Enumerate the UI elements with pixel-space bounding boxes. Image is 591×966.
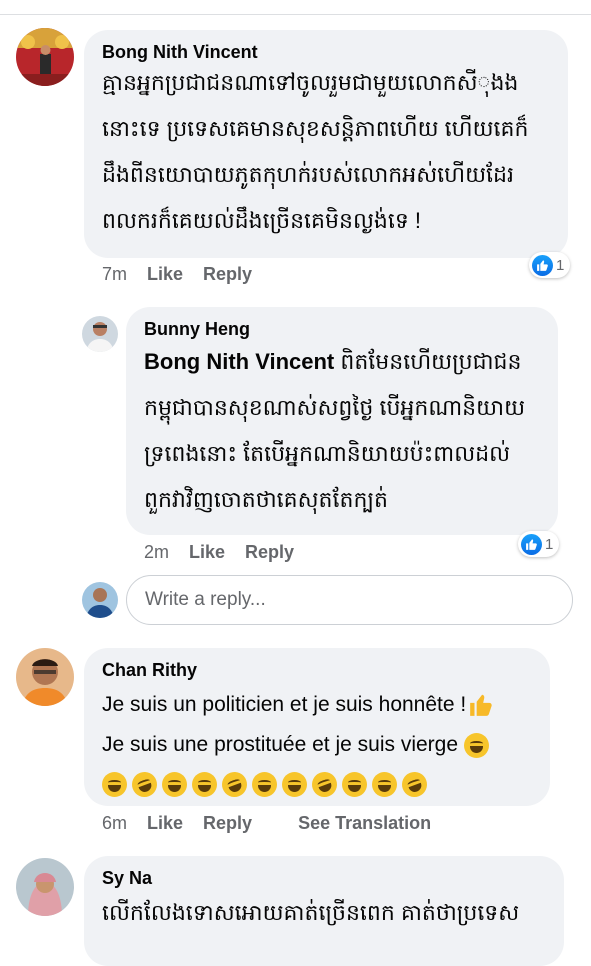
laughing-emoji: [372, 771, 397, 797]
sweat-smile-emoji: [463, 732, 489, 758]
comment-text-line: Bong Nith Vincent ពិតមែនហើយប្រជាជន: [144, 347, 522, 377]
comment-timestamp[interactable]: 6m: [102, 813, 127, 833]
comment-text-line: ទ្រពេងនោះ តែបើអ្នកណានិយាយប៉ះពាលដល់: [144, 441, 511, 466]
like-button[interactable]: Like: [147, 264, 183, 284]
comment-bubble-3: Chan Rithy Je suis un politicien et je s…: [84, 648, 550, 806]
avatar-chan-rithy[interactable]: [16, 648, 74, 706]
comment-text: Je suis une prostituée et je suis vierge: [102, 733, 459, 756]
like-button[interactable]: Like: [189, 542, 225, 562]
comment-actions: 6m Like Reply See Translation: [102, 813, 431, 834]
laughing-emoji: [342, 771, 367, 797]
top-divider: [0, 14, 591, 15]
emoji-row: [102, 768, 432, 801]
comment-text-line: Je suis une prostituée et je suis vierge: [102, 730, 494, 760]
reply-button[interactable]: Reply: [203, 813, 252, 833]
rofl-emoji: [308, 768, 341, 801]
rofl-emoji: [398, 768, 431, 801]
rofl-emoji: [128, 768, 161, 801]
rofl-emoji: [218, 768, 251, 801]
comment-timestamp[interactable]: 2m: [144, 542, 169, 562]
like-button[interactable]: Like: [147, 813, 183, 833]
reaction-count: 1: [556, 256, 565, 274]
comment-author[interactable]: Bunny Heng: [144, 319, 250, 340]
avatar-bong-nith-vincent[interactable]: [16, 28, 74, 86]
comment-text-line: ពលករក៏គេយល់ដឹងច្រើនគេមិនល្ងង់ទេ !: [102, 208, 422, 233]
comment-timestamp[interactable]: 7m: [102, 264, 127, 284]
comment-author[interactable]: Chan Rithy: [102, 660, 197, 681]
comment-text-line: Je suis un politicien et je suis honnête…: [102, 690, 494, 720]
comment-text-line: ពួកវាវិញចោតថាគេសុតតែក្បត់: [144, 487, 388, 512]
comment-text-line: នោះទេ ប្រទេសគេមានសុខសន្តិភាពហើយ ហើយគេក៏: [102, 116, 529, 141]
comment-author[interactable]: Sy Na: [102, 868, 152, 889]
avatar-bunny-heng[interactable]: [82, 316, 118, 352]
write-reply-input[interactable]: Write a reply...: [126, 575, 573, 625]
comment-actions: 7m Like Reply: [102, 264, 252, 285]
reaction-count-badge[interactable]: 1: [529, 252, 571, 278]
comment-text-line: គ្មានអ្នកប្រជាជនណាទៅចូលរួមជាមួយលោកសីុងង: [102, 70, 519, 95]
comment-text-line: ដឹងពីនយោបាយភូតកុហក់របស់លោកអស់ហើយដែរ: [102, 162, 514, 187]
reply-bubble-1: Bunny Heng Bong Nith Vincent ពិតមែនហើយប្…: [126, 307, 558, 535]
reaction-count-badge[interactable]: 1: [518, 531, 560, 557]
reply-placeholder: Write a reply...: [145, 589, 266, 610]
reply-button[interactable]: Reply: [203, 264, 252, 284]
comment-bubble-4: Sy Na លើកលែងទោសអោយគាត់ច្រើនពេក គាត់ថាប្រ…: [84, 856, 564, 966]
mention-link[interactable]: Bong Nith Vincent: [144, 349, 334, 374]
laughing-emoji: [102, 771, 127, 797]
see-translation-link[interactable]: See Translation: [298, 813, 431, 833]
thumbs-up-emoji: [470, 695, 492, 717]
comment-text-line: កម្ពុជាបានសុខណាស់សព្វថ្ងៃ បើអ្នកណានិយាយ: [144, 395, 526, 420]
like-reaction-icon: [521, 533, 542, 555]
comment-actions: 2m Like Reply: [144, 542, 294, 563]
laughing-emoji: [192, 771, 217, 797]
avatar-sy-na[interactable]: [16, 858, 74, 916]
comment-author[interactable]: Bong Nith Vincent: [102, 42, 258, 63]
comment-bubble-1: Bong Nith Vincent គ្មានអ្នកប្រជាជនណាទៅចូ…: [84, 30, 568, 258]
comment-text: ពិតមែនហើយប្រជាជន: [334, 349, 522, 374]
like-reaction-icon: [532, 254, 553, 276]
current-user-avatar: [82, 582, 118, 618]
comment-text-line: លើកលែងទោសអោយគាត់ច្រើនពេក គាត់ថាប្រទេស: [102, 900, 520, 925]
reply-button[interactable]: Reply: [245, 542, 294, 562]
laughing-emoji: [162, 771, 187, 797]
reaction-count: 1: [545, 535, 554, 553]
laughing-emoji: [252, 771, 277, 797]
comment-text: Je suis un politicien et je suis honnête…: [102, 693, 467, 716]
laughing-emoji: [282, 771, 307, 797]
